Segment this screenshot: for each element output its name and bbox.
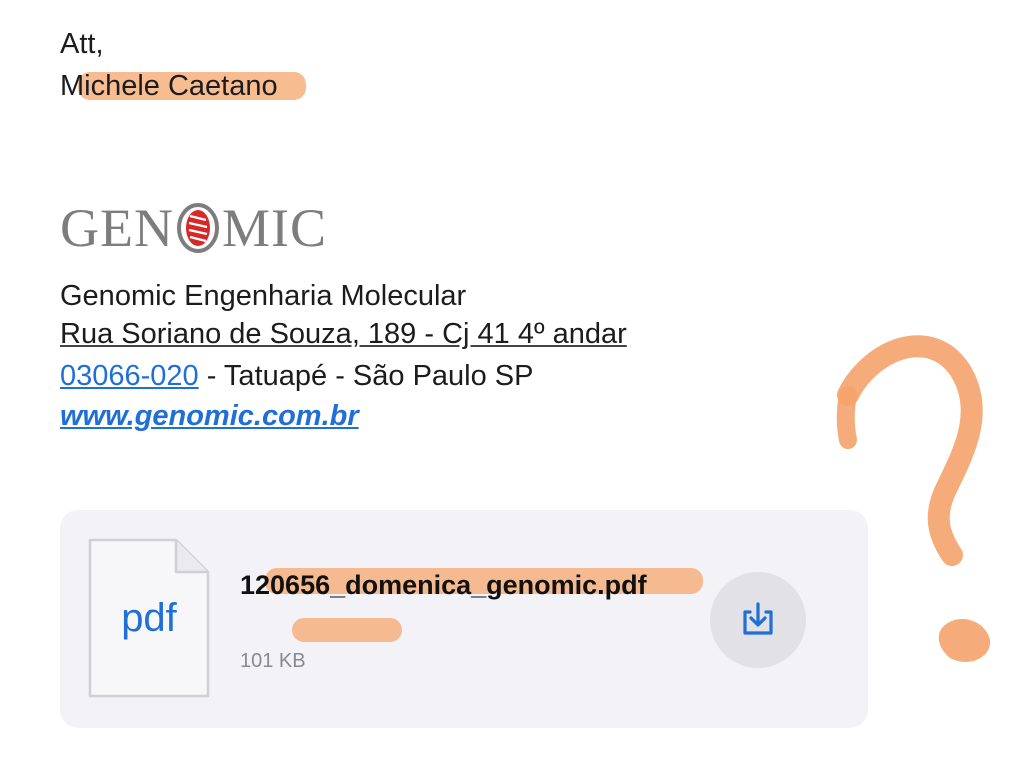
logo-text-right: MIC <box>221 198 327 258</box>
attachment-filename: 120656_domenica_genomic.pdf <box>240 570 647 600</box>
download-button[interactable] <box>710 572 806 668</box>
attachment-size: 101 KB <box>240 650 306 672</box>
logo-text-left: GEN <box>60 198 174 258</box>
company-name: Genomic Engenharia Molecular <box>60 280 467 312</box>
postal-code-link[interactable]: 03066-020 <box>60 360 199 392</box>
company-address: Rua Soriano de Souza, 189 - Cj 41 4º and… <box>60 318 627 350</box>
download-icon <box>743 602 773 635</box>
website-line: www.genomic.com.br <box>60 398 359 434</box>
filename-highlight-2 <box>292 618 402 642</box>
sender-name: Michele Caetano <box>60 70 278 102</box>
closing-text: Att, <box>60 28 104 60</box>
dna-mark-icon <box>176 203 219 253</box>
city-text: - Tatuapé - São Paulo SP <box>198 360 534 392</box>
genomic-logo: GEN MIC <box>60 198 327 258</box>
city-line: 03066-020 - Tatuapé - São Paulo SP <box>60 358 533 394</box>
file-type-label: pdf <box>121 596 177 640</box>
attachment-card[interactable]: pdf 120656_domenica_genomic.pdf 101 KB <box>60 510 868 728</box>
website-link[interactable]: www.genomic.com.br <box>60 400 359 432</box>
